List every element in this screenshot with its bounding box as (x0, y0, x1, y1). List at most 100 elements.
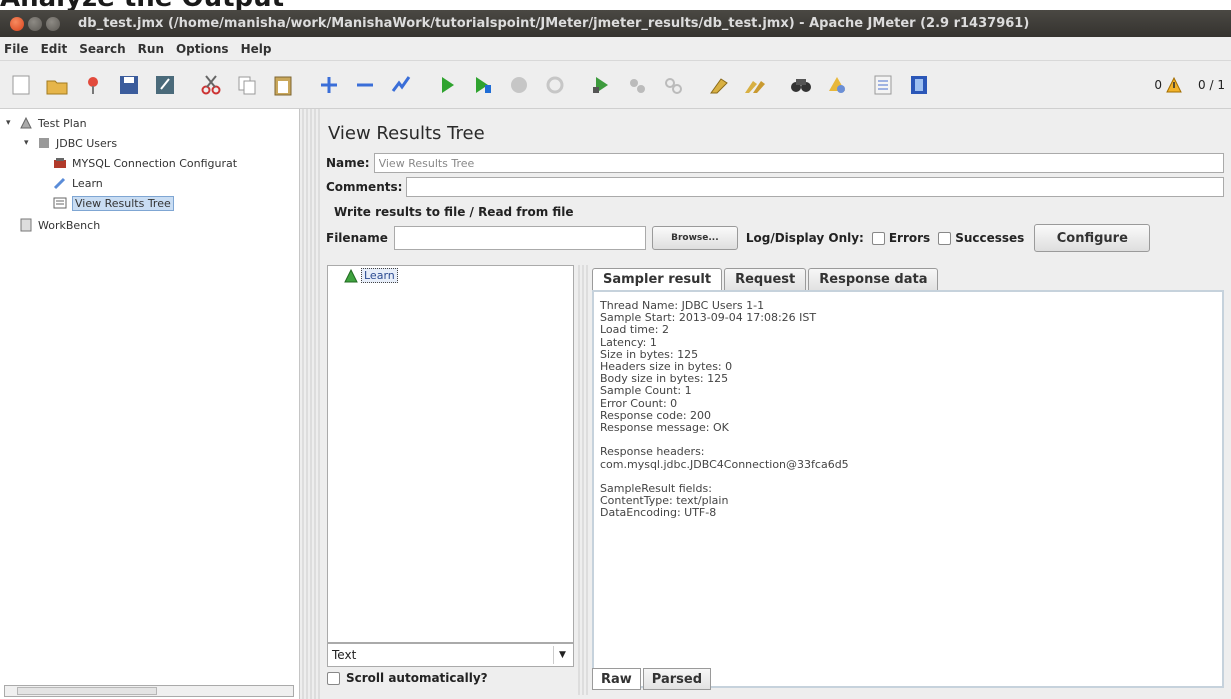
tree-item-test-plan[interactable]: ▾ Test Plan (6, 115, 87, 131)
toolbar: 0 0 / 1 (0, 61, 1231, 109)
successes-checkbox[interactable]: Successes (938, 231, 1024, 245)
window-close-button[interactable] (10, 16, 24, 31)
tab-parsed[interactable]: Parsed (642, 668, 712, 690)
stop-icon[interactable] (504, 70, 534, 100)
test-plan-tree: ▾ Test Plan ▾ JDBC Users MYSQL Connectio… (0, 109, 300, 699)
scroll-automatically-checkbox[interactable]: Scroll automatically? (327, 671, 488, 685)
reset-search-icon[interactable] (822, 70, 852, 100)
remote-stop-icon[interactable] (622, 70, 652, 100)
result-line: com.mysql.jdbc.JDBC4Connection@33fca6d5 (600, 457, 849, 471)
results-splitter[interactable] (576, 265, 590, 695)
test-plan-icon (18, 115, 34, 131)
scrollbar-thumb[interactable] (17, 687, 157, 695)
collapse-icon[interactable] (350, 70, 380, 100)
tab-request[interactable]: Request (724, 268, 807, 290)
window-title: db_test.jmx (/home/manisha/work/ManishaW… (78, 16, 1030, 31)
menu-search[interactable]: Search (79, 42, 125, 56)
result-line: DataEncoding: UTF-8 (600, 506, 717, 520)
result-line: Error Count: 0 (600, 396, 678, 410)
config-element-icon (52, 155, 68, 171)
menu-options[interactable]: Options (176, 42, 229, 56)
view-mode-tabs: Raw Parsed (592, 668, 713, 690)
result-line: Response headers: (600, 445, 705, 459)
window-maximize-button[interactable] (46, 16, 60, 31)
result-item-learn[interactable]: Learn (344, 268, 398, 283)
results-tree: Learn (327, 265, 574, 643)
errors-checkbox[interactable]: Errors (871, 231, 931, 245)
comments-row: Comments: (326, 177, 1224, 197)
function-helper-icon[interactable] (868, 70, 898, 100)
listener-icon (52, 195, 68, 211)
scroll-automatically-label: Scroll automatically? (346, 671, 488, 685)
result-line: Sample Start: 2013-09-04 17:08:26 IST (600, 311, 817, 325)
menu-edit[interactable]: Edit (41, 42, 68, 56)
window-titlebar: db_test.jmx (/home/manisha/work/ManishaW… (0, 10, 1231, 37)
toggle-icon[interactable] (386, 70, 416, 100)
log-display-label: Log/Display Only: (745, 231, 864, 245)
tree-item-mysql-config[interactable]: MYSQL Connection Configurat (52, 155, 237, 171)
open-icon[interactable] (42, 70, 72, 100)
shutdown-icon[interactable] (540, 70, 570, 100)
tab-sampler-result[interactable]: Sampler result (592, 268, 723, 290)
templates-icon[interactable] (78, 70, 108, 100)
tree-item-learn[interactable]: Learn (52, 175, 103, 191)
sampler-result-text: Thread Name: JDBC Users 1-1 Sample Start:… (592, 290, 1224, 688)
filename-row: Filename Browse... Log/Display Only: Err… (326, 223, 1224, 253)
copy-icon[interactable] (232, 70, 262, 100)
write-results-label: Write results to file / Read from file (334, 205, 574, 219)
name-row: Name: (326, 153, 1224, 173)
menu-help[interactable]: Help (241, 42, 272, 56)
remote-start-icon[interactable] (586, 70, 616, 100)
tree-item-jdbc-users[interactable]: ▾ JDBC Users (24, 135, 117, 151)
window-minimize-button[interactable] (28, 16, 42, 31)
name-label: Name: (326, 156, 370, 170)
successes-label: Successes (955, 231, 1025, 245)
start-no-pause-icon[interactable] (468, 70, 498, 100)
clear-icon[interactable] (704, 70, 734, 100)
comments-input[interactable] (406, 177, 1224, 197)
tree-toggle-icon[interactable]: ▾ (6, 118, 16, 128)
menu-run[interactable]: Run (138, 42, 164, 56)
browse-button[interactable]: Browse... (651, 226, 738, 250)
page-heading-text: Analyze the Output (0, 0, 400, 10)
page-heading: Analyze the Output (0, 0, 400, 10)
result-line: Latency: 1 (600, 335, 657, 349)
remote-shutdown-icon[interactable] (658, 70, 688, 100)
renderer-select[interactable]: Text ▼ (327, 643, 574, 667)
tree-item-view-results-tree[interactable]: View Results Tree (52, 195, 174, 211)
toolbar-status: 0 0 / 1 (1154, 61, 1225, 109)
tree-item-workbench[interactable]: WorkBench (18, 217, 100, 233)
start-icon[interactable] (432, 70, 462, 100)
warning-icon[interactable] (1166, 77, 1182, 93)
thread-count: 0 / 1 (1198, 78, 1225, 92)
workbench-icon (18, 217, 34, 233)
cut-icon[interactable] (196, 70, 226, 100)
tab-raw[interactable]: Raw (592, 668, 641, 690)
tab-response-data[interactable]: Response data (808, 268, 939, 290)
main-splitter[interactable] (300, 109, 320, 699)
name-input[interactable] (373, 153, 1224, 173)
filename-input[interactable] (393, 226, 646, 250)
success-icon (344, 268, 358, 282)
tree-horizontal-scrollbar[interactable] (4, 685, 294, 697)
result-line: Body size in bytes: 125 (600, 372, 729, 386)
thread-group-icon (36, 135, 52, 151)
save-icon[interactable] (114, 70, 144, 100)
renderer-value: Text (332, 648, 357, 662)
chevron-down-icon[interactable]: ▼ (553, 646, 571, 664)
expand-icon[interactable] (314, 70, 344, 100)
panel-title: View Results Tree (328, 123, 485, 144)
tree-toggle-icon[interactable]: ▾ (24, 138, 34, 148)
new-icon[interactable] (6, 70, 36, 100)
sampler-icon (52, 175, 68, 191)
clear-all-icon[interactable] (740, 70, 770, 100)
search-icon[interactable] (786, 70, 816, 100)
paste-icon[interactable] (268, 70, 298, 100)
configure-button[interactable]: Configure (1034, 224, 1151, 252)
save-as-icon[interactable] (150, 70, 180, 100)
menu-bar: File Edit Search Run Options Help (0, 37, 1231, 61)
errors-label: Errors (888, 231, 931, 245)
help-icon[interactable] (904, 70, 934, 100)
menu-file[interactable]: File (4, 42, 29, 56)
result-line: Load time: 2 (600, 323, 669, 337)
